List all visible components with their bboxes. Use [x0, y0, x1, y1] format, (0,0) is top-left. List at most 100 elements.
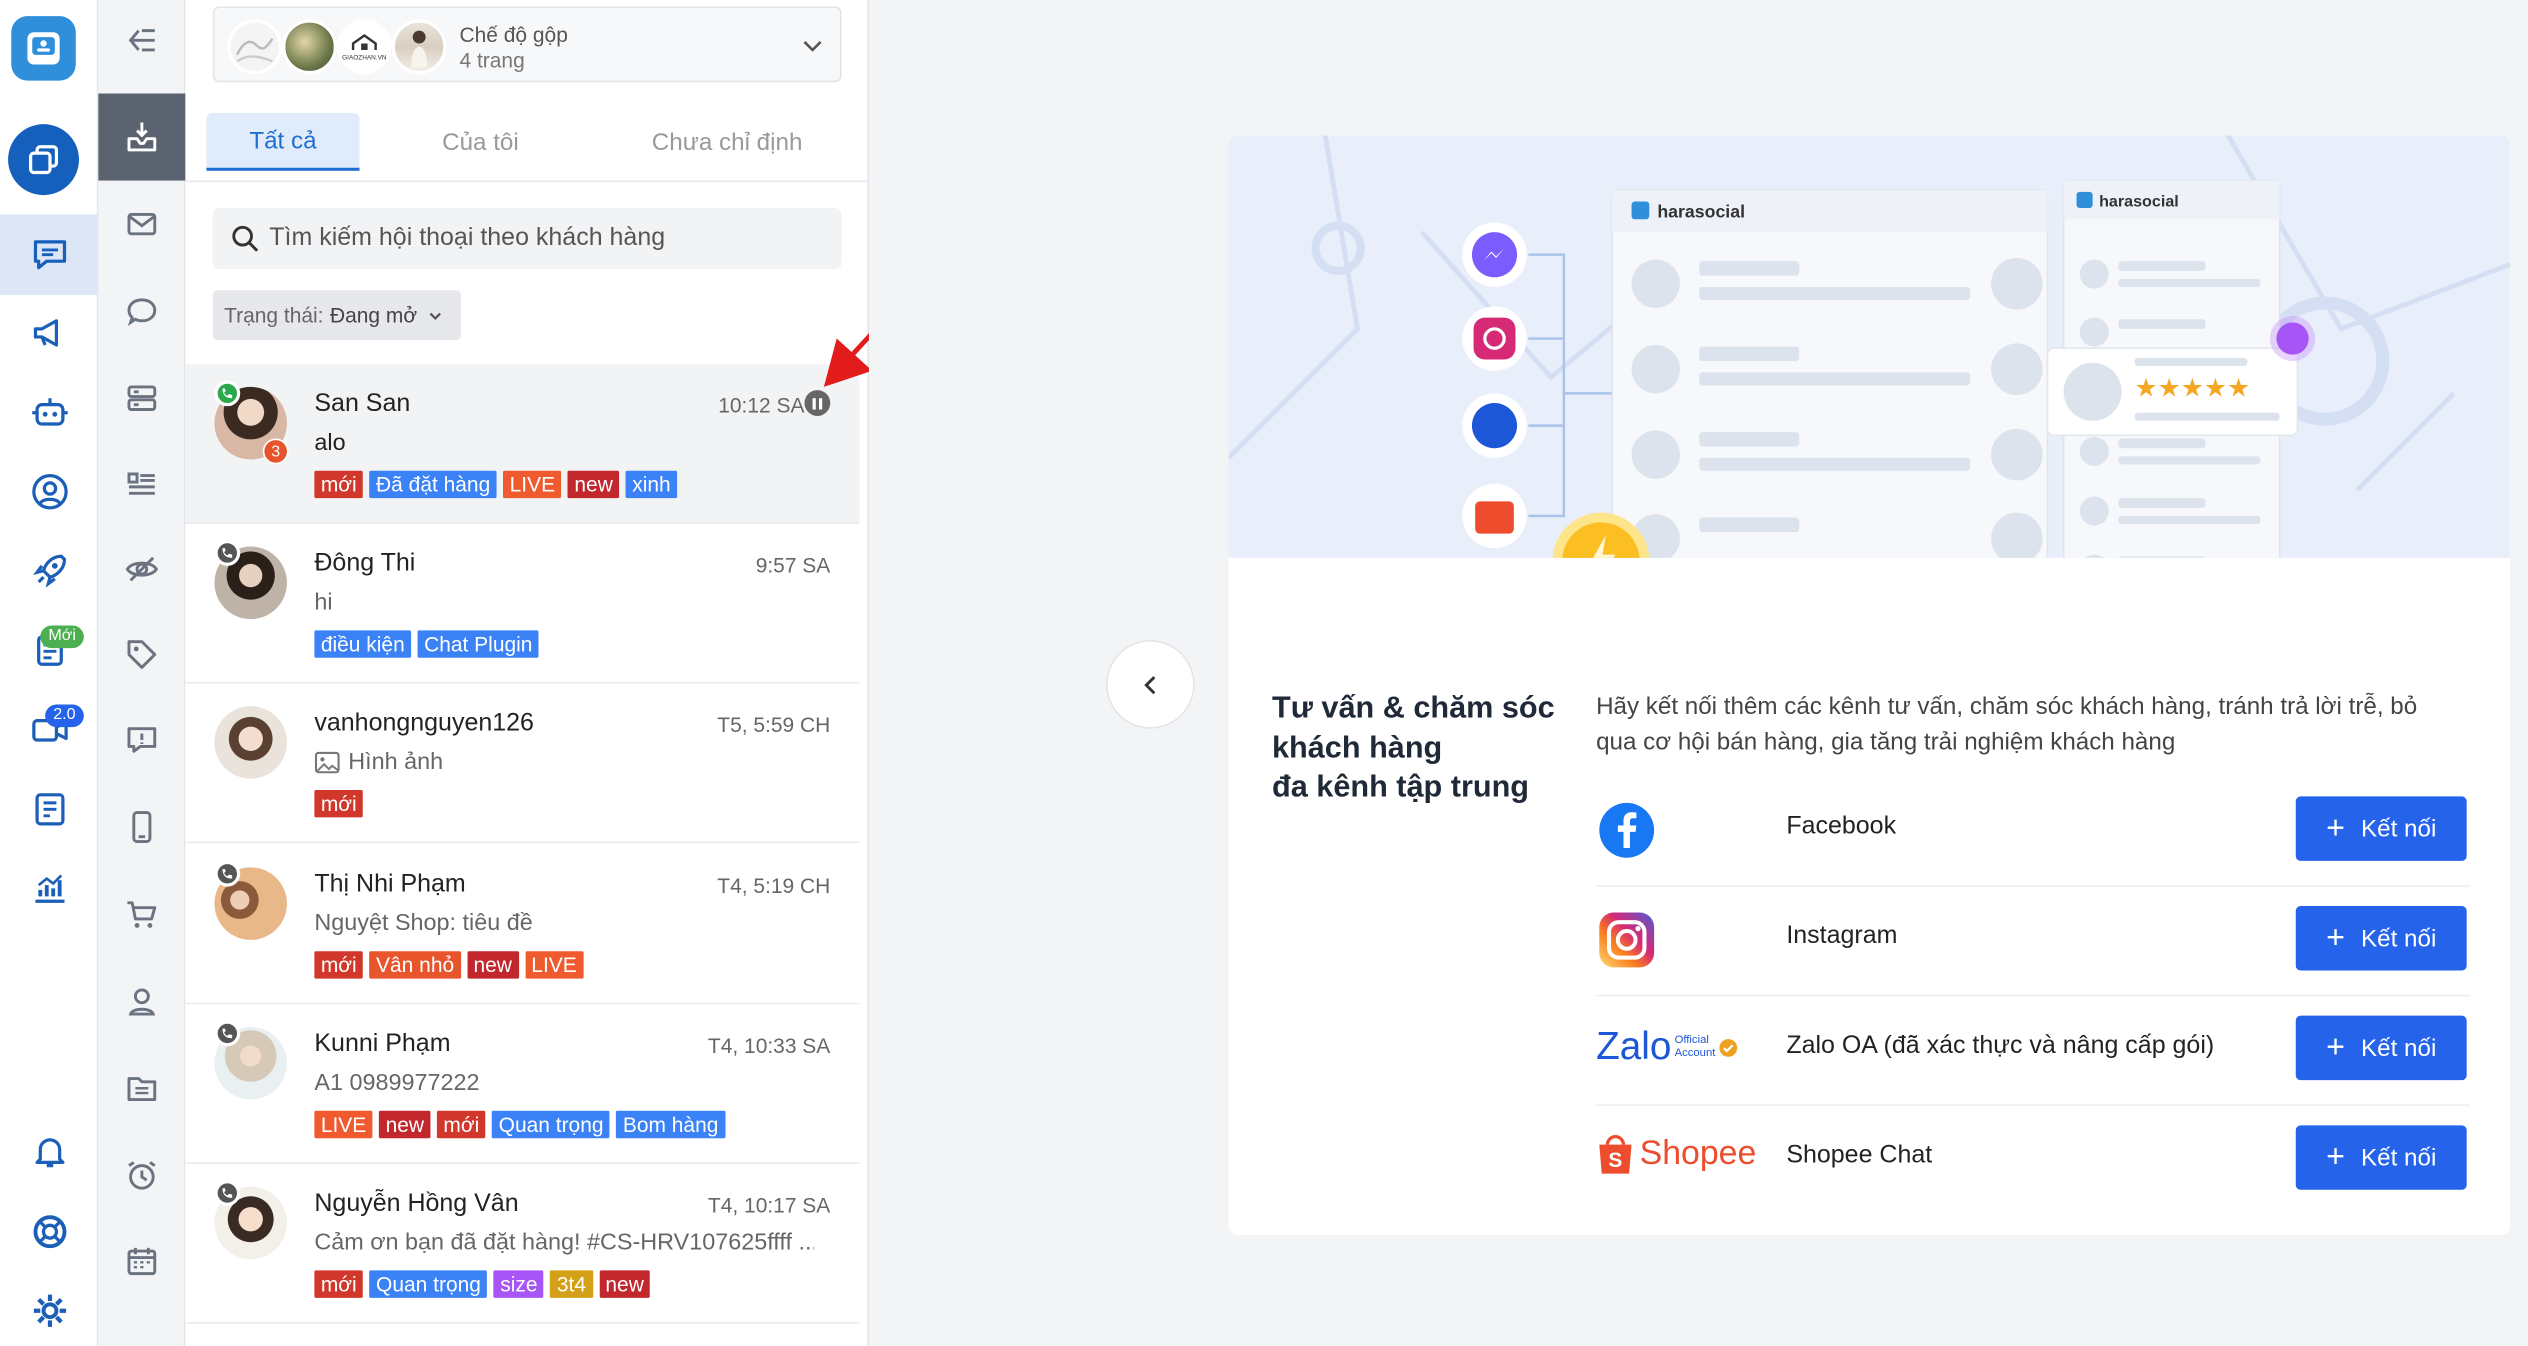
version-badge: 2.0: [45, 704, 84, 728]
post-list-icon[interactable]: [98, 440, 185, 527]
phone-icon: [214, 380, 241, 407]
conversation-time: 9:57 SA: [755, 552, 831, 578]
connect-facebook-button[interactable]: + Kết nối: [2295, 796, 2467, 861]
tag-chip: mới: [314, 1270, 364, 1298]
collapse-menu-icon[interactable]: [98, 0, 185, 84]
notification-bell-icon[interactable]: [0, 1111, 98, 1192]
megaphone-icon[interactable]: [0, 293, 98, 374]
chat-icon[interactable]: [0, 214, 99, 296]
channel-name: Instagram: [1786, 922, 1898, 950]
conversation-last-message: Hình ảnh: [314, 750, 443, 775]
report-list-icon[interactable]: [0, 609, 98, 690]
plus-icon: +: [2326, 1139, 2345, 1176]
analytics-icon[interactable]: [0, 848, 98, 929]
tag-icon[interactable]: [98, 611, 185, 698]
previous-slide-button[interactable]: [1105, 640, 1195, 729]
channel-row-facebook: Facebook + Kết nối: [1596, 777, 2470, 887]
connect-label: Kết nối: [2361, 1034, 2437, 1062]
tag-chip: mới: [436, 1110, 486, 1139]
comment-bubble-icon[interactable]: [98, 268, 185, 355]
tab-all[interactable]: Tất cả: [206, 112, 360, 171]
app-logo-icon[interactable]: [11, 16, 76, 81]
phone-icon: [214, 1180, 241, 1206]
rocket-icon[interactable]: [0, 530, 98, 611]
customer-icon[interactable]: [0, 451, 98, 532]
status-filter-dropdown[interactable]: Trạng thái: Đang mở: [212, 290, 462, 341]
tag-list: mới Quan trọng size 3t4 new: [314, 1270, 651, 1298]
multi-page-icon[interactable]: [8, 124, 79, 196]
tab-mine[interactable]: Của tôi: [400, 113, 561, 171]
livestream-icon[interactable]: [0, 688, 98, 769]
connect-label: Kết nối: [2361, 814, 2437, 843]
primary-sidebar: Mới 2.0: [0, 0, 99, 1346]
svg-text:S: S: [1608, 1149, 1622, 1172]
verified-check-icon: [1719, 1039, 1738, 1057]
tab-divider: [185, 180, 869, 183]
conversation-list-panel: GIAOZHAN.VN Chế độ gộp 4 trang Tất cả Củ…: [185, 0, 1000, 1346]
conversation-item[interactable]: Kunni Phạm T4, 10:33 SA A1 0989977222 LI…: [185, 1004, 860, 1165]
tag-chip: LIVE: [503, 470, 562, 499]
svg-text:harasocial: harasocial: [2099, 192, 2179, 210]
connect-instagram-button[interactable]: + Kết nối: [2295, 906, 2467, 971]
tag-chip: 3t4: [550, 1270, 593, 1298]
plus-icon: +: [2326, 920, 2345, 957]
page-selector[interactable]: GIAOZHAN.VN Chế độ gộp 4 trang: [212, 6, 842, 83]
conversation-item[interactable]: Thị Nhi Phạm T4, 5:19 CH Nguyệt Shop: ti…: [185, 844, 860, 1005]
feedback-icon[interactable]: [98, 696, 185, 783]
page-avatar: [227, 19, 283, 75]
conversation-name: San San: [314, 390, 411, 418]
page-avatar: GIAOZHAN.VN: [336, 19, 392, 75]
server-icon[interactable]: [98, 355, 185, 442]
conversation-time: T4, 10:33 SA: [707, 1033, 831, 1058]
conversation-item[interactable]: Nguyễn Hồng Vân T4, 10:17 SA Cảm ơn bạn …: [185, 1164, 860, 1324]
tab-unassigned[interactable]: Chưa chỉ định: [638, 113, 815, 171]
conversation-item[interactable]: Đông Thi 9:57 SA hi điều kiện Chat Plugin: [185, 523, 860, 684]
svg-text:harasocial: harasocial: [1657, 202, 1745, 222]
facebook-icon: [1599, 802, 1655, 858]
phone-icon: [214, 540, 241, 566]
conversation-item[interactable]: vanhongnguyen126 T5, 5:59 CH Hình ảnh mớ…: [185, 683, 860, 844]
calendar-icon[interactable]: [98, 1217, 185, 1304]
conversation-name: Kunni Phạm: [314, 1030, 451, 1058]
conversation-time: 10:12 SA: [718, 393, 805, 418]
bot-icon[interactable]: [0, 372, 98, 453]
mobile-icon[interactable]: [98, 784, 185, 871]
alarm-clock-icon[interactable]: [98, 1132, 185, 1219]
channel-name: Shopee Chat: [1786, 1141, 1933, 1169]
connect-zalo-button[interactable]: + Kết nối: [2295, 1015, 2467, 1081]
promo-title-line: Tư vấn & chăm sóc: [1272, 691, 1555, 726]
new-badge: Mới: [40, 625, 85, 649]
phone-icon: [214, 1020, 241, 1047]
page-avatar: [282, 19, 337, 75]
cart-icon[interactable]: [98, 871, 185, 958]
zalo-official-account-text: Official Account: [1675, 1035, 1716, 1061]
hidden-eye-icon[interactable]: [98, 526, 185, 613]
settings-gear-icon[interactable]: [0, 1270, 98, 1346]
tag-list: mới Đã đặt hàng LIVE new xinh: [314, 470, 678, 499]
svg-text:★★★★★: ★★★★★: [2135, 374, 2251, 404]
tag-chip: new: [598, 1270, 651, 1298]
tag-chip: Bom hàng: [616, 1110, 725, 1139]
tag-chip: điều kiện: [314, 630, 412, 658]
search-input[interactable]: [269, 216, 818, 262]
image-icon: [314, 751, 340, 774]
instagram-icon: [1599, 912, 1655, 968]
secondary-sidebar: [98, 0, 186, 1346]
avatar: [214, 706, 287, 779]
help-lifebuoy-icon[interactable]: [0, 1191, 98, 1272]
conversation-last-message: Cảm ơn bạn đã đặt hàng! #CS-HRV107625fff…: [314, 1230, 815, 1256]
connect-shopee-button[interactable]: + Kết nối: [2295, 1125, 2467, 1190]
tag-chip: Đã đặt hàng: [369, 470, 497, 499]
mail-icon[interactable]: [98, 181, 185, 268]
tag-list: mới Vân nhỏ new LIVE: [314, 951, 584, 979]
folder-icon[interactable]: [98, 1045, 185, 1132]
conversation-item[interactable]: 3 San San 10:12 SA alo mới Đã đặt hàng LIV…: [185, 364, 860, 524]
shopee-bag-icon: S: [1599, 1135, 1632, 1174]
channel-row-zalo: Zalo Official Account Zalo OA (đã xác th…: [1596, 996, 2470, 1106]
invoice-icon[interactable]: [0, 769, 98, 850]
tag-list: mới: [314, 789, 364, 818]
tag-chip: mới: [314, 470, 364, 499]
inbox-icon[interactable]: [98, 93, 186, 181]
conversation-name: Đông Thi: [314, 549, 416, 578]
agent-icon[interactable]: [98, 958, 185, 1045]
